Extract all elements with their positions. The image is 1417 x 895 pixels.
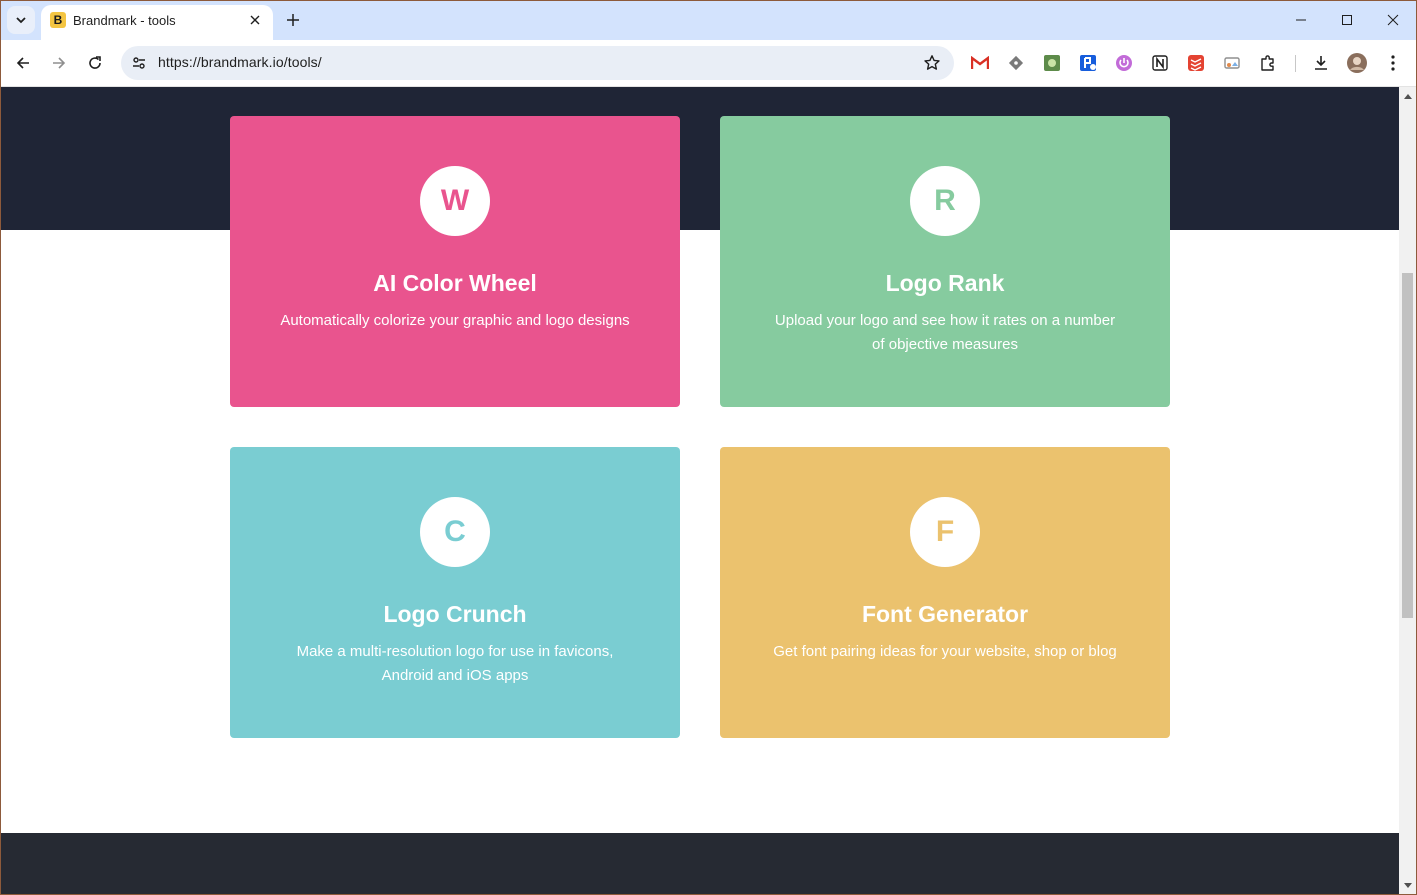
reload-button[interactable] — [80, 48, 110, 78]
tool-card-logo-crunch[interactable]: C Logo Crunch Make a multi-resolution lo… — [230, 447, 680, 738]
chevron-down-icon — [16, 17, 26, 24]
bookmark-star-icon[interactable] — [922, 53, 942, 73]
scrollbar-thumb[interactable] — [1402, 273, 1413, 618]
scrollbar[interactable] — [1399, 87, 1416, 894]
plus-icon — [287, 14, 299, 26]
site-settings-icon[interactable] — [129, 53, 149, 73]
arrow-right-icon — [53, 57, 66, 69]
bitwarden-icon[interactable] — [1077, 52, 1099, 74]
back-button[interactable] — [8, 48, 38, 78]
power-icon[interactable] — [1113, 52, 1135, 74]
minimize-icon — [1296, 19, 1306, 21]
forward-button[interactable] — [44, 48, 74, 78]
photo-icon[interactable] — [1041, 52, 1063, 74]
scroll-down-arrow-icon[interactable] — [1402, 879, 1413, 891]
url-text[interactable]: https://brandmark.io/tools/ — [158, 54, 322, 70]
menu-kebab-icon[interactable] — [1382, 52, 1404, 74]
download-icon[interactable] — [1310, 52, 1332, 74]
tool-badge: F — [910, 497, 980, 567]
tool-badge: R — [910, 166, 980, 236]
notion-icon[interactable] — [1149, 52, 1171, 74]
git-icon[interactable] — [1005, 52, 1027, 74]
tool-title: AI Color Wheel — [373, 270, 537, 296]
toolbar-separator — [1295, 55, 1296, 72]
tool-title: Font Generator — [861, 601, 1029, 627]
gmail-icon[interactable] — [969, 52, 991, 74]
browser-tab[interactable]: B Brandmark - tools — [41, 5, 273, 40]
tool-description: Make a multi-resolution logo for use in … — [296, 643, 614, 684]
minimize-button[interactable] — [1278, 6, 1324, 34]
tab-title: Brandmark - tools — [73, 13, 176, 28]
cast-icon[interactable] — [1221, 52, 1243, 74]
scroll-up-arrow-icon[interactable] — [1402, 90, 1413, 102]
arrow-left-icon — [16, 57, 29, 69]
footer-band — [1, 833, 1399, 894]
tool-title: Logo Crunch — [383, 601, 527, 627]
page-viewport: W AI Color Wheel Automatically colorize … — [1, 87, 1399, 894]
tab-search-button[interactable] — [7, 6, 35, 34]
tool-card-ai-color-wheel[interactable]: W AI Color Wheel Automatically colorize … — [230, 116, 680, 407]
tab-close-button[interactable] — [245, 10, 265, 30]
browser-toolbar: https://brandmark.io/tools/ — [0, 40, 1417, 87]
tool-card-logo-rank[interactable]: R Logo Rank Upload your logo and see how… — [720, 116, 1170, 407]
tab-bar: B Brandmark - tools — [0, 0, 1417, 40]
address-bar[interactable]: https://brandmark.io/tools/ — [121, 46, 954, 80]
reload-icon — [89, 56, 101, 69]
tool-description: Upload your logo and see how it rates on… — [774, 312, 1116, 353]
tool-badge: W — [420, 166, 490, 236]
close-icon — [1387, 14, 1399, 26]
tool-description: Get font pairing ideas for your website,… — [773, 643, 1117, 660]
close-icon — [250, 15, 260, 25]
close-window-button[interactable] — [1370, 6, 1416, 34]
puzzle-icon[interactable] — [1257, 52, 1279, 74]
tool-title: Logo Rank — [885, 270, 1005, 296]
favicon-icon: B — [50, 12, 66, 28]
todoist-icon[interactable] — [1185, 52, 1207, 74]
profile-avatar[interactable] — [1346, 52, 1368, 74]
new-tab-button[interactable] — [281, 8, 305, 32]
hero-band — [1, 87, 1399, 230]
maximize-icon — [1342, 15, 1352, 25]
maximize-button[interactable] — [1324, 6, 1370, 34]
tool-card-font-generator[interactable]: F Font Generator Get font pairing ideas … — [720, 447, 1170, 738]
tool-description: Automatically colorize your graphic and … — [280, 312, 630, 329]
tool-badge: C — [420, 497, 490, 567]
